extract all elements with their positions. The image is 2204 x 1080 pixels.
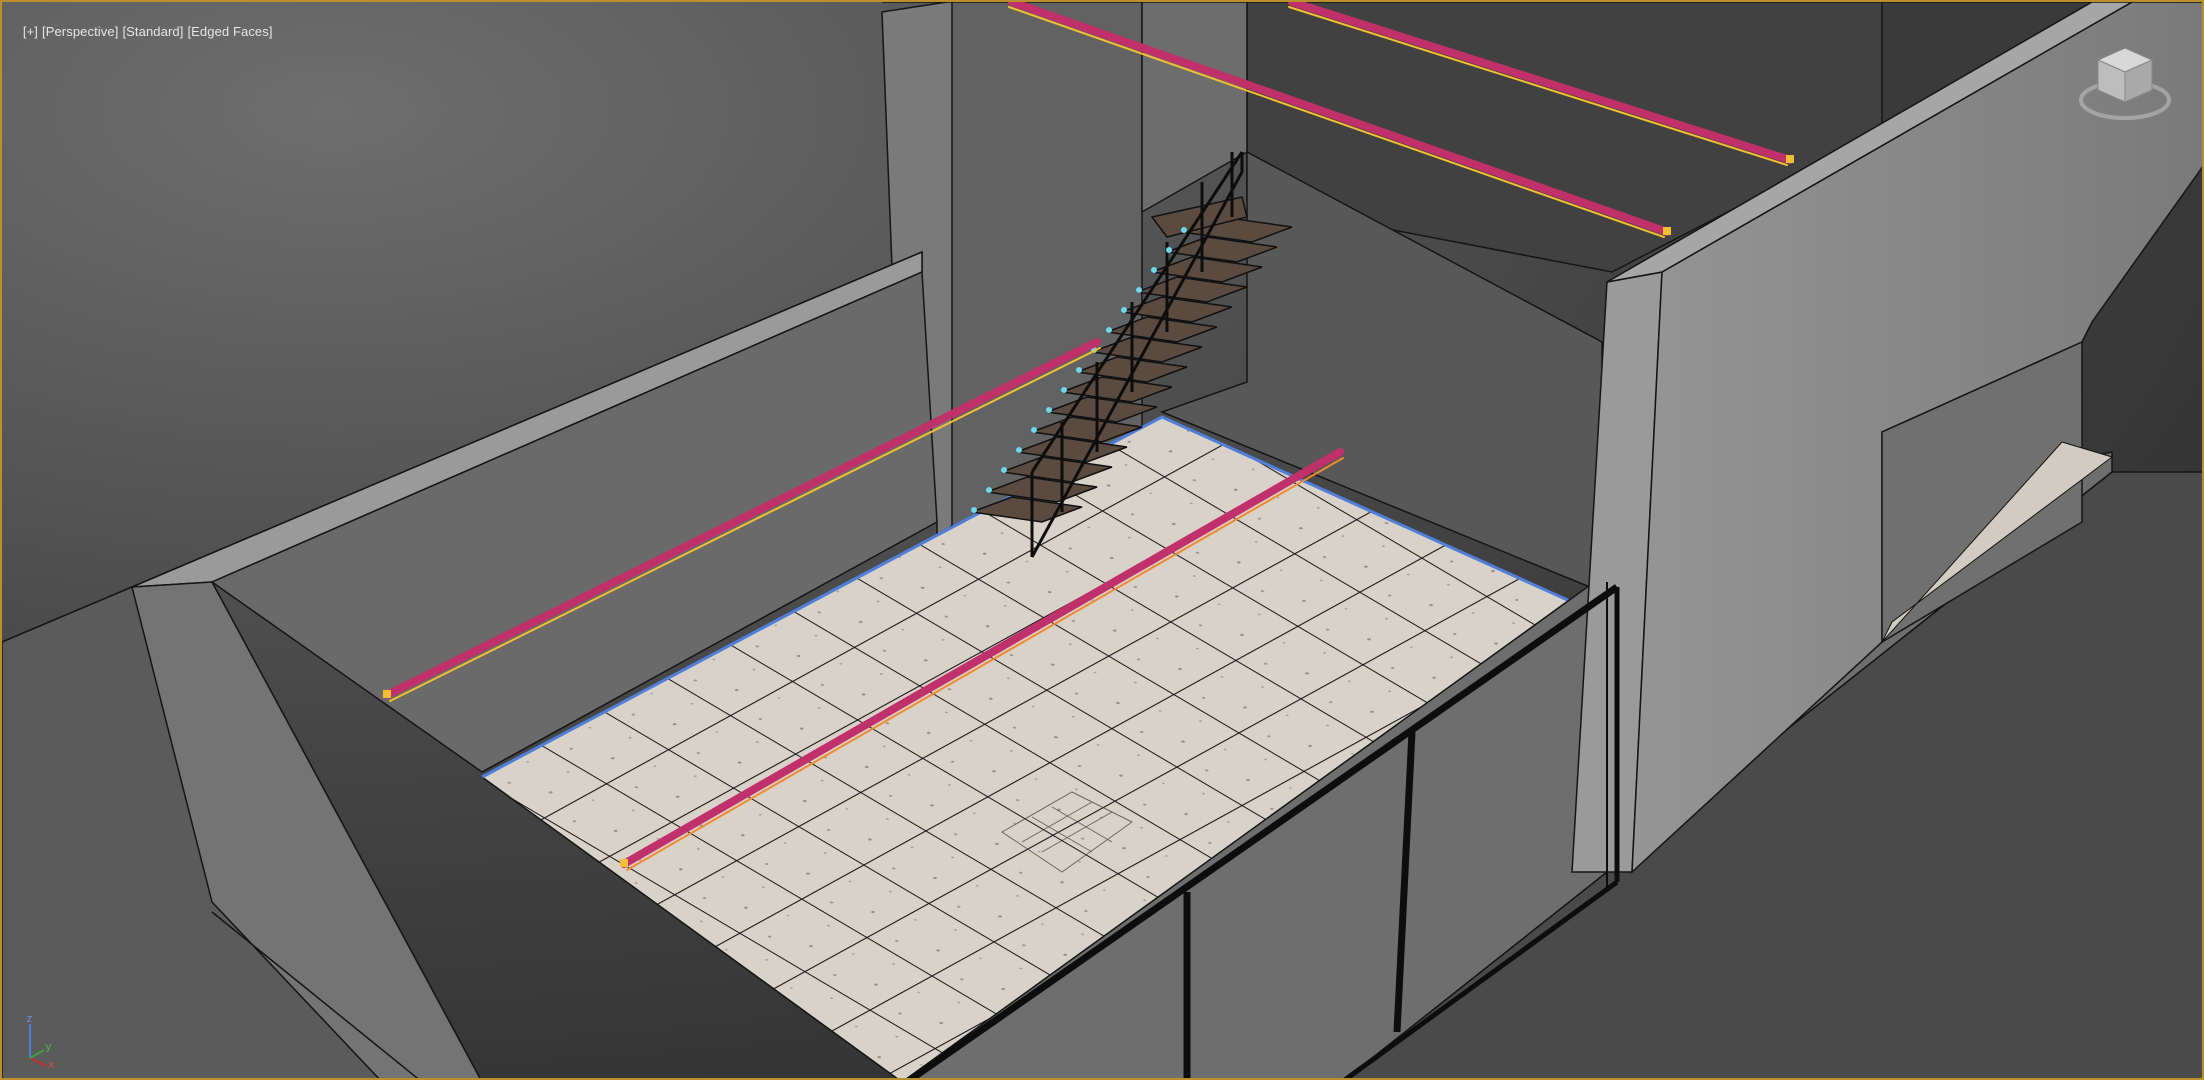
viewcube-icon[interactable] bbox=[2070, 30, 2180, 140]
axis-x-label: x bbox=[48, 1058, 55, 1070]
shading-mode-button[interactable]: [Standard] bbox=[122, 24, 183, 39]
display-mode-button[interactable]: [Edged Faces] bbox=[187, 24, 272, 39]
axis-tripod-icon: z x y bbox=[26, 1012, 55, 1070]
viewport-label: [+] [Perspective] [Standard] [Edged Faces] bbox=[8, 9, 277, 54]
axis-z-label: z bbox=[26, 1012, 33, 1025]
viewport-menu-button[interactable]: [+] bbox=[23, 24, 38, 39]
view-type-button[interactable]: [Perspective] bbox=[42, 24, 118, 39]
3d-scene[interactable] bbox=[2, 2, 2204, 1080]
perspective-viewport[interactable]: [+] [Perspective] [Standard] [Edged Faces] … bbox=[0, 0, 2204, 1080]
axis-y-label: y bbox=[45, 1040, 52, 1053]
